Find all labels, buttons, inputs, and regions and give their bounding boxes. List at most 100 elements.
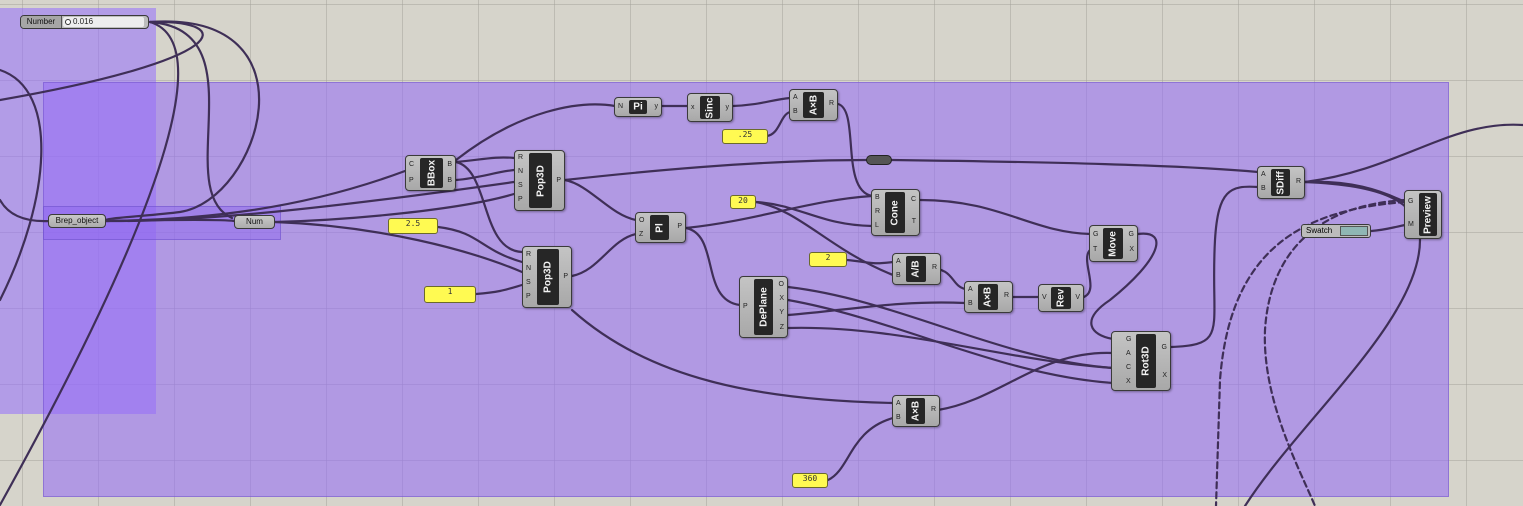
deplane-output-z[interactable]: Z	[780, 324, 784, 332]
div-input-a[interactable]: A	[896, 258, 901, 266]
panel-2-5[interactable]: 2.5	[388, 218, 438, 234]
slider-track[interactable]: 0.016	[63, 17, 144, 27]
pi-output-y[interactable]: y	[655, 103, 659, 111]
pop3d-a-input-p[interactable]: P	[518, 196, 523, 204]
move-core[interactable]: Move	[1103, 228, 1123, 259]
pi-component[interactable]: N Pi y	[614, 97, 662, 117]
rot3d-input-a[interactable]: A	[1126, 350, 1131, 358]
pop3d-b-input-s[interactable]: S	[526, 279, 531, 287]
cone-core[interactable]: Cone	[885, 192, 905, 233]
mult-top-input-b[interactable]: B	[793, 108, 798, 116]
pop3d-b-input-p[interactable]: P	[526, 293, 531, 301]
mult-top-input-a[interactable]: A	[793, 94, 798, 102]
bbox-output-b2[interactable]: B	[447, 177, 452, 185]
pop3d-b-input-n[interactable]: N	[526, 265, 531, 273]
mult-bot-input-b[interactable]: B	[896, 414, 901, 422]
rot3d-output-x[interactable]: X	[1162, 372, 1167, 380]
mult-bot-input-a[interactable]: A	[896, 400, 901, 408]
pop3d-b-input-r[interactable]: R	[526, 251, 531, 259]
sdiff-component[interactable]: A B SDiff R	[1257, 166, 1305, 199]
mult-bot-core[interactable]: A×B	[906, 398, 925, 424]
mult-top-output-r[interactable]: R	[829, 100, 834, 108]
mult-mid-input-b[interactable]: B	[968, 300, 973, 308]
sdiff-input-a[interactable]: A	[1261, 171, 1266, 179]
rot3d-input-g[interactable]: G	[1126, 336, 1131, 344]
pl-core[interactable]: Pl	[650, 215, 669, 240]
multiply-component-top[interactable]: A B A×B R	[789, 89, 838, 121]
swatch-param[interactable]: Swatch	[1301, 224, 1371, 238]
preview-input-g[interactable]: G	[1408, 198, 1413, 206]
multiply-component-bottom[interactable]: A B A×B R	[892, 395, 940, 427]
cone-output-c[interactable]: C	[911, 196, 916, 204]
move-input-g[interactable]: G	[1093, 231, 1098, 239]
bbox-input-c[interactable]: C	[409, 161, 414, 169]
relay[interactable]	[866, 155, 892, 165]
rev-core[interactable]: Rev	[1051, 287, 1071, 309]
pl-output-p[interactable]: P	[677, 223, 682, 231]
pop3d-a-output-p[interactable]: P	[556, 177, 561, 185]
rot3d-core[interactable]: Rot3D	[1136, 334, 1156, 388]
brep-object-param[interactable]: Brep_object	[48, 214, 106, 228]
pop3d-b-output-p[interactable]: P	[563, 273, 568, 281]
bbox-core[interactable]: BBox	[420, 158, 443, 188]
deplane-output-y[interactable]: Y	[779, 309, 784, 317]
rev-input-v[interactable]: V	[1042, 294, 1047, 302]
cone-input-r[interactable]: R	[875, 208, 880, 216]
mult-bot-output-r[interactable]: R	[931, 406, 936, 414]
preview-component[interactable]: G M Preview	[1404, 190, 1442, 239]
reverse-component[interactable]: V Rev V	[1038, 284, 1084, 312]
sinc-component[interactable]: x Sinc y	[687, 93, 733, 122]
bbox-component[interactable]: C P BBox B B	[405, 155, 456, 191]
plane-component[interactable]: O Z Pl P	[635, 212, 686, 243]
mult-mid-output-r[interactable]: R	[1004, 292, 1009, 300]
bbox-output-b1[interactable]: B	[447, 161, 452, 169]
divide-component[interactable]: A B A/B R	[892, 253, 941, 285]
panel-360[interactable]: 360	[792, 473, 828, 488]
pop3d-a-input-s[interactable]: S	[518, 182, 523, 190]
div-output-r[interactable]: R	[932, 264, 937, 272]
move-input-t[interactable]: T	[1093, 246, 1097, 254]
rot3d-output-g[interactable]: G	[1162, 344, 1167, 352]
number-slider[interactable]: Number 0.016	[20, 15, 149, 29]
pi-core[interactable]: Pi	[629, 100, 647, 114]
panel-1[interactable]: 1	[424, 286, 476, 303]
deplane-component[interactable]: P DePlane O X Y Z	[739, 276, 788, 338]
pop3d-component-a[interactable]: R N S P Pop3D P	[514, 150, 565, 211]
deplane-output-o[interactable]: O	[779, 281, 784, 289]
preview-input-m[interactable]: M	[1408, 221, 1414, 229]
deplane-output-x[interactable]: X	[779, 295, 784, 303]
sinc-core[interactable]: Sinc	[700, 96, 720, 119]
panel-2[interactable]: 2	[809, 252, 847, 267]
sdiff-output-r[interactable]: R	[1296, 178, 1301, 186]
sdiff-core[interactable]: SDiff	[1271, 169, 1290, 196]
pop3d-b-core[interactable]: Pop3D	[537, 249, 559, 305]
pop3d-component-b[interactable]: R N S P Pop3D P	[522, 246, 572, 308]
cone-output-t[interactable]: T	[912, 218, 916, 226]
bbox-input-p[interactable]: P	[409, 177, 414, 185]
slider-grip-icon[interactable]	[65, 19, 71, 25]
multiply-component-mid[interactable]: A B A×B R	[964, 281, 1013, 313]
pl-input-o[interactable]: O	[639, 217, 644, 225]
panel-025[interactable]: .25	[722, 129, 768, 144]
cone-component[interactable]: B R L Cone C T	[871, 189, 920, 236]
pl-input-z[interactable]: Z	[639, 231, 643, 239]
div-core[interactable]: A/B	[906, 256, 926, 282]
cone-input-l[interactable]: L	[875, 222, 879, 230]
move-output-g[interactable]: G	[1129, 231, 1134, 239]
cone-input-b[interactable]: B	[875, 194, 880, 202]
num-param[interactable]: Num	[234, 215, 275, 229]
rot3d-component[interactable]: G A C X Rot3D G X	[1111, 331, 1171, 391]
move-component[interactable]: G T Move G X	[1089, 225, 1138, 262]
mult-top-core[interactable]: A×B	[803, 92, 824, 118]
pop3d-a-core[interactable]: Pop3D	[529, 153, 552, 208]
sinc-output-y[interactable]: y	[726, 104, 730, 112]
sdiff-input-b[interactable]: B	[1261, 185, 1266, 193]
mult-mid-input-a[interactable]: A	[968, 286, 973, 294]
rot3d-input-x[interactable]: X	[1126, 378, 1131, 386]
rev-output-v[interactable]: V	[1075, 294, 1080, 302]
panel-20[interactable]: 20	[730, 195, 756, 209]
pi-input-n[interactable]: N	[618, 103, 623, 111]
deplane-core[interactable]: DePlane	[754, 279, 773, 335]
move-output-x[interactable]: X	[1129, 246, 1134, 254]
rot3d-input-c[interactable]: C	[1126, 364, 1131, 372]
